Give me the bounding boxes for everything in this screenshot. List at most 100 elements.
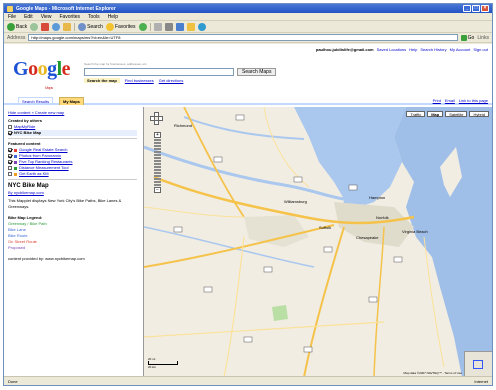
close-button[interactable]: × [481,5,489,12]
layer-color-icon [14,172,17,176]
tab-get-directions[interactable]: Get directions [159,78,184,83]
ie-icon [7,5,13,12]
zoom-tick[interactable] [154,160,161,162]
list-item[interactable]: NYC Bike Map [8,130,137,136]
scale-bar: 20 mi 20 km [148,357,178,369]
map-canvas[interactable]: Williamsburg Hampton Norfolk Virginia Be… [143,107,492,377]
status-text: Done [8,379,18,384]
checkbox[interactable] [8,154,12,158]
traffic-button[interactable]: Traffic [406,111,426,117]
maximize-button[interactable]: □ [472,5,480,12]
zoom-tick[interactable] [154,181,161,183]
park [272,305,288,321]
saved-locations-link[interactable]: Saved Locations [377,47,407,52]
minimize-button[interactable]: _ [463,5,471,12]
help-link[interactable]: Help [409,47,417,52]
tab-my-maps[interactable]: My Maps [59,97,84,105]
menu-help[interactable]: Help [108,14,118,20]
links-label[interactable]: Links [477,35,489,41]
legend-item: Proposed [8,245,26,250]
route-shield [243,336,253,343]
zone-indicator: Internet [474,379,488,384]
map-description: This Mapplet displays New York City's Bi… [8,198,122,209]
list-item[interactable]: Get Earth as KM [8,171,137,177]
menu-edit[interactable]: Edit [24,14,33,20]
folder-button[interactable] [186,22,195,31]
content-provider: content provided by: www.nycbikemap.com [8,256,85,261]
zoom-tick[interactable] [154,151,161,153]
mail-button[interactable] [153,22,162,31]
tab-search-the-map[interactable]: Search the map [84,78,120,83]
zoom-slider[interactable]: + − [154,132,161,212]
maps-search-input[interactable] [84,68,234,76]
refresh-button[interactable] [52,22,61,31]
search-maps-button[interactable]: Search Maps [237,68,277,76]
pan-down-button[interactable] [154,120,159,125]
checkbox[interactable] [8,125,12,129]
zoom-out-button[interactable]: − [154,187,161,193]
forward-button[interactable] [30,22,39,31]
menu-tools[interactable]: Tools [88,14,100,20]
title-bar: Google Maps - Microsoft Internet Explore… [4,4,492,13]
zoom-tick[interactable] [154,184,161,186]
go-arrow-icon [460,34,467,41]
overview-map[interactable] [464,351,492,377]
satellite-button[interactable]: Satellite [445,111,468,117]
zoom-tick[interactable] [154,166,161,168]
go-button[interactable]: Go [460,34,474,41]
my-maps-sidebar: Hide content « Create new map Created by… [4,107,141,377]
zoom-tick[interactable] [154,169,161,171]
route-shield [323,246,333,253]
my-account-link[interactable]: My Account [450,47,471,52]
stop-button[interactable] [41,22,50,31]
window-title: Google Maps - Microsoft Internet Explore… [16,5,116,12]
email-link[interactable]: Email [445,98,455,103]
menu-favorites[interactable]: Favorites [59,14,80,20]
zoom-tick[interactable] [154,157,161,159]
route-shield [348,184,358,191]
zoom-tick[interactable] [154,175,161,177]
hybrid-button[interactable]: Hybrid [469,111,489,117]
edit-button[interactable] [175,22,184,31]
zoom-tick[interactable] [154,148,161,150]
menu-view[interactable]: View [41,14,52,20]
favorites-button[interactable]: Favorites [105,22,136,31]
search-history-link[interactable]: Search History [420,47,446,52]
print-icon [164,22,173,31]
home-icon [63,22,72,31]
print-link[interactable]: Print [433,98,441,103]
history-button[interactable] [138,22,147,31]
account-links: paulhou.jubilislife@gmail.com Saved Loca… [316,47,488,52]
sidebar-top-links[interactable]: Hide content « Create new map [8,110,137,116]
checkbox[interactable] [8,160,12,164]
zoom-tick[interactable] [154,163,161,165]
print-button[interactable] [164,22,173,31]
menu-file[interactable]: File [8,14,16,20]
messenger-button[interactable] [197,22,206,31]
stop-icon [41,22,50,31]
tab-search-results[interactable]: Search Results [18,97,54,105]
overview-viewport[interactable] [473,360,483,369]
home-button[interactable] [63,22,72,31]
map-author[interactable]: By nycbikemap.com [8,190,137,196]
link-to-page[interactable]: Link to this page [459,98,488,103]
google-maps-logo[interactable]: Google Maps [13,59,71,90]
checkbox[interactable] [8,148,12,152]
zoom-tick[interactable] [154,178,161,180]
checkbox[interactable] [8,166,12,170]
zoom-tick[interactable] [154,142,161,144]
back-button[interactable]: Back [7,22,27,31]
sign-out-link[interactable]: Sign out [473,47,488,52]
address-input[interactable]: http://maps.google.com/maps/ms?hl=en&ie=… [28,34,458,41]
tab-find-businesses[interactable]: Find businesses [125,78,154,83]
zoom-tick[interactable] [154,145,161,147]
zoom-tick[interactable] [154,154,161,156]
zoom-tick[interactable] [154,139,161,141]
zoom-in-button[interactable]: + [154,132,161,138]
search-button[interactable]: Search [78,22,103,31]
checkbox[interactable] [8,131,12,135]
city-label: Norfolk [376,215,389,220]
map-view-button[interactable]: Map [427,111,444,117]
zoom-tick[interactable] [154,172,161,174]
checkbox[interactable] [8,172,12,176]
